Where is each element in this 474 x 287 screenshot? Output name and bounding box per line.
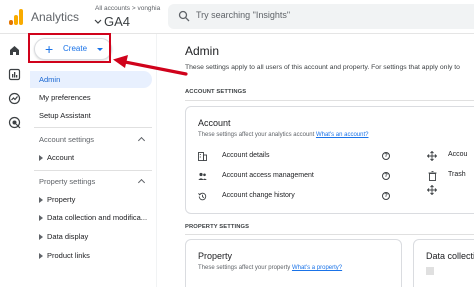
page-description: These settings apply to all users of thi… xyxy=(185,64,460,71)
explore-icon[interactable] xyxy=(8,92,21,105)
property-card-desc-text: These settings affect your property xyxy=(198,265,291,271)
nav-item-product-links-label: Product links xyxy=(47,251,90,260)
annotation-arrow-icon xyxy=(113,55,188,76)
help-icon[interactable]: ? xyxy=(382,172,390,180)
nav-item-property-label: Property xyxy=(47,195,76,204)
expand-arrow-icon xyxy=(39,215,43,221)
trash-row[interactable]: Trash xyxy=(427,169,474,183)
expand-arrow-icon xyxy=(39,155,43,161)
account-settings-right-row[interactable]: Accou xyxy=(427,149,474,163)
expand-arrow-icon xyxy=(39,253,43,259)
account-right-label: Accou xyxy=(448,151,468,158)
trash-label: Trash xyxy=(448,171,466,178)
chevron-down-icon xyxy=(94,19,102,24)
people-icon xyxy=(198,172,207,180)
annotation-highlight-box xyxy=(28,33,111,63)
search-bar[interactable]: Try searching "Insights" xyxy=(168,4,474,29)
data-collection-card-title: Data collecti xyxy=(426,251,474,261)
account-card-desc-text: These settings affect your analytics acc… xyxy=(198,132,315,138)
section-divider xyxy=(185,100,474,101)
history-icon xyxy=(198,192,207,201)
section-divider xyxy=(185,234,474,235)
trash-icon xyxy=(428,171,437,181)
search-icon xyxy=(178,10,190,22)
home-icon[interactable] xyxy=(8,44,21,57)
account-breadcrumb[interactable]: All accounts > vonghia xyxy=(95,5,160,12)
nav-item-account-label: Account xyxy=(47,153,75,162)
property-settings-section-label: PROPERTY SETTINGS xyxy=(185,224,250,230)
account-settings-title: Account settings xyxy=(39,135,95,144)
nav-item-data-display[interactable]: Data display xyxy=(30,228,152,245)
property-card: Property These settings affect your prop… xyxy=(185,239,402,287)
nav-item-data-collection[interactable]: Data collection and modifica... xyxy=(30,209,152,226)
advertising-icon[interactable] xyxy=(8,116,21,129)
property-card-title: Property xyxy=(198,251,233,261)
chevron-up-icon xyxy=(137,178,146,187)
account-card-title: Account xyxy=(198,118,231,128)
account-access-management-row[interactable]: Account access management ? xyxy=(198,170,398,184)
help-icon[interactable]: ? xyxy=(382,192,390,200)
account-access-label: Account access management xyxy=(222,172,314,179)
account-change-history-row[interactable]: Account change history ? xyxy=(198,190,398,204)
account-card-description: These settings affect your analytics acc… xyxy=(198,132,368,138)
card-decoration xyxy=(426,267,434,275)
move-arrows-icon xyxy=(427,185,437,195)
nav-item-property[interactable]: Property xyxy=(30,191,152,208)
nav-divider xyxy=(34,170,152,171)
property-settings-header[interactable]: Property settings xyxy=(30,174,152,190)
whats-a-property-link[interactable]: What's a property? xyxy=(292,265,342,271)
account-details-row[interactable]: Account details ? xyxy=(198,150,398,164)
analytics-logo-icon[interactable] xyxy=(9,9,23,25)
chevron-up-icon xyxy=(137,136,146,145)
help-icon[interactable]: ? xyxy=(382,152,390,160)
whats-an-account-link[interactable]: What's an account? xyxy=(316,132,369,138)
account-details-label: Account details xyxy=(222,152,270,159)
account-move-row[interactable] xyxy=(427,183,474,197)
app-title: Analytics xyxy=(31,10,80,24)
property-card-description: These settings affect your property What… xyxy=(198,265,342,271)
nav-item-data-display-label: Data display xyxy=(47,232,89,241)
property-selector[interactable]: GA4 xyxy=(94,14,130,29)
property-name: GA4 xyxy=(104,14,131,29)
move-arrows-icon xyxy=(427,151,437,161)
nav-item-product-links[interactable]: Product links xyxy=(30,247,152,264)
nav-item-data-collection-label: Data collection and modifica... xyxy=(47,213,148,222)
property-settings-title: Property settings xyxy=(39,177,96,186)
top-app-bar: Analytics All accounts > vonghia GA4 Try… xyxy=(0,0,474,34)
left-icon-rail xyxy=(0,34,30,287)
nav-item-setup-assistant[interactable]: Setup Assistant xyxy=(30,107,152,124)
account-settings-section-label: ACCOUNT SETTINGS xyxy=(185,89,247,95)
data-collection-card: Data collecti xyxy=(413,239,474,287)
nav-item-my-preferences[interactable]: My preferences xyxy=(30,89,152,106)
expand-arrow-icon xyxy=(39,234,43,240)
nav-item-account[interactable]: Account xyxy=(30,149,152,166)
search-input[interactable]: Try searching "Insights" xyxy=(196,10,290,20)
building-icon xyxy=(198,152,207,161)
admin-main-content: Admin These settings apply to all users … xyxy=(156,34,474,287)
expand-arrow-icon xyxy=(39,197,43,203)
account-change-history-label: Account change history xyxy=(222,192,295,199)
reports-icon[interactable] xyxy=(8,68,21,81)
nav-divider xyxy=(34,127,152,128)
account-settings-header[interactable]: Account settings xyxy=(30,132,152,148)
